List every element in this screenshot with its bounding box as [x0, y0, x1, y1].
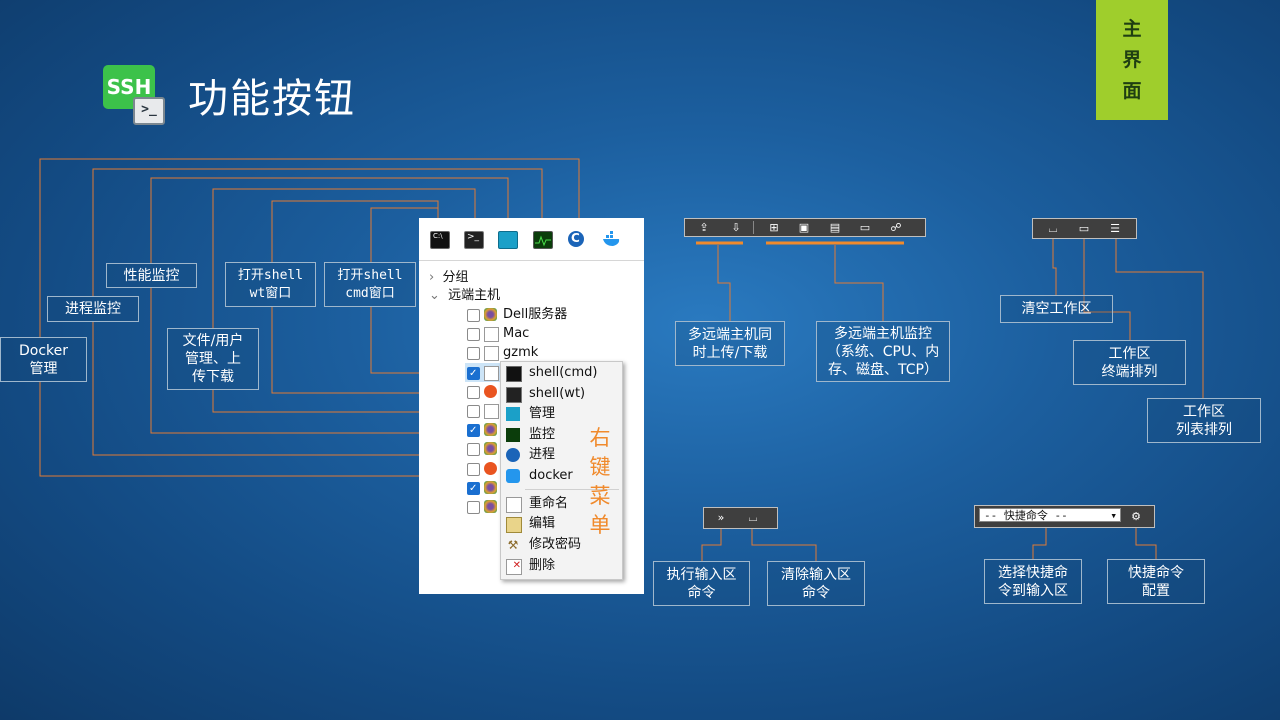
terminal-icon: >_	[133, 97, 165, 125]
host-checkbox[interactable]	[467, 347, 480, 361]
host-checkbox[interactable]	[467, 479, 480, 498]
gear-cluster-icon	[484, 423, 497, 437]
docker-icon	[506, 469, 520, 483]
ssh-logo: SSH >_	[103, 65, 165, 125]
cpu-icon[interactable]: ▣	[797, 221, 811, 234]
document-icon	[484, 327, 499, 343]
document-icon	[484, 346, 499, 362]
clear-basket-icon[interactable]: ⌴	[1046, 222, 1060, 235]
ubuntu-icon	[484, 384, 497, 398]
download-icon[interactable]: ⇩	[729, 221, 743, 234]
label-perf: 性能监控	[106, 263, 197, 288]
wt-shell-icon	[506, 387, 522, 403]
disk-icon[interactable]: ▭	[858, 221, 872, 234]
cmd-shell-icon[interactable]: C:\	[430, 231, 450, 249]
label-shell-cmd: 打开shell cmd窗口	[324, 262, 416, 307]
cmd-shell-icon	[506, 366, 522, 382]
badge-char-2: 界	[1122, 49, 1142, 71]
menu-item-manage[interactable]: 管理	[501, 404, 622, 424]
host-checkbox[interactable]	[467, 385, 480, 399]
host-checkbox[interactable]	[467, 328, 480, 342]
label-select-quick: 选择快捷命 令到输入区	[984, 559, 1082, 604]
tree-group[interactable]: › 分组	[429, 268, 468, 287]
gear-cluster-icon	[484, 500, 497, 513]
work-area-toolbar: ⌴ ▭ ☰	[1032, 218, 1137, 239]
document-icon	[484, 404, 499, 419]
network-tcp-icon[interactable]: ☍	[889, 221, 903, 234]
host-checkbox[interactable]	[467, 462, 480, 476]
label-multi-upload: 多远端主机同 时上传/下载	[675, 321, 785, 366]
host-name: gzmk	[503, 345, 539, 361]
process-icon	[506, 448, 520, 462]
host-checkbox[interactable]	[467, 421, 480, 440]
gear-cluster-icon	[484, 480, 497, 494]
perf-monitor-icon[interactable]	[533, 231, 553, 249]
host-checkbox[interactable]	[467, 405, 480, 418]
host-checkbox[interactable]	[467, 364, 480, 383]
host-checkbox[interactable]	[467, 443, 480, 457]
label-quick-config: 快捷命令 配置	[1107, 559, 1205, 604]
execute-icon[interactable]: »	[714, 511, 728, 524]
vlabel-char: 右	[589, 426, 611, 450]
host-name: Dell服务器	[503, 307, 568, 322]
ubuntu-icon	[484, 461, 497, 475]
gear-cluster-icon	[484, 308, 497, 321]
label-docker: Docker 管理	[0, 337, 87, 382]
menu-item-shell-wt[interactable]: shell(wt)	[501, 384, 622, 404]
label-shell-wt: 打开shell wt窗口	[225, 262, 316, 307]
manage-monitor-icon	[506, 407, 520, 421]
edit-icon	[506, 517, 522, 533]
host-checkbox[interactable]	[467, 501, 480, 514]
label-process: 进程监控	[47, 296, 139, 322]
system-grid-icon[interactable]: ⊞	[767, 221, 781, 234]
quick-command-toolbar: -- 快捷命令 -- ▾ ⚙	[974, 505, 1155, 528]
label-clear-work: 清空工作区	[1000, 295, 1113, 323]
label-multi-monitor: 多远端主机监控 （系统、CPU、内 存、磁盘、TCP）	[816, 321, 950, 382]
document-icon	[484, 365, 499, 381]
input-toolbar: » ⌴	[703, 507, 778, 529]
perf-monitor-icon	[506, 428, 520, 442]
tree-remote[interactable]: ⌄ 远端主机	[429, 286, 500, 305]
memory-icon[interactable]: ▤	[828, 221, 842, 234]
process-icon[interactable]: C	[568, 231, 584, 247]
vlabel-char: 键	[589, 455, 611, 479]
chevron-down-icon: ▾	[1110, 509, 1117, 522]
gear-icon[interactable]: ⚙	[1129, 510, 1143, 523]
label-exec-input: 执行输入区 命令	[653, 561, 750, 606]
right-click-menu-label: 右 键 菜 单	[588, 424, 612, 540]
hammer-icon: ⚒	[507, 538, 519, 552]
quick-command-select[interactable]: -- 快捷命令 -- ▾	[979, 508, 1121, 522]
menu-item-shell-cmd[interactable]: shell(cmd)	[501, 363, 622, 383]
host-name: Mac	[503, 326, 530, 342]
wt-shell-icon[interactable]: >_	[464, 231, 484, 249]
upload-icon[interactable]: ⇪	[697, 221, 711, 234]
host-toolbar: C:\ >_ C	[419, 218, 644, 261]
manage-monitor-icon[interactable]	[498, 231, 518, 249]
multi-host-toolbar: ⇪ ⇩ ⊞ ▣ ▤ ▭ ☍	[684, 218, 926, 237]
host-checkbox[interactable]	[467, 309, 480, 322]
clear-basket-icon[interactable]: ⌴	[746, 511, 760, 524]
list-layout-icon[interactable]: ☰	[1108, 222, 1122, 235]
vlabel-char: 菜	[589, 484, 611, 508]
gear-cluster-icon	[484, 442, 497, 456]
badge-char-3: 面	[1122, 80, 1142, 102]
docker-icon[interactable]	[602, 231, 620, 247]
document-icon	[506, 497, 522, 513]
label-work-list: 工作区 列表排列	[1147, 398, 1261, 443]
label-work-terminal: 工作区 终端排列	[1073, 340, 1186, 385]
label-file: 文件/用户 管理、上 传下载	[167, 328, 259, 390]
badge-char-1: 主	[1122, 18, 1142, 40]
page-title: 功能按钮	[188, 76, 356, 122]
vlabel-char: 单	[589, 513, 611, 537]
label-clear-input: 清除输入区 命令	[767, 561, 865, 606]
delete-icon: ✕	[506, 559, 522, 575]
terminal-layout-icon[interactable]: ▭	[1077, 222, 1091, 235]
menu-item-delete[interactable]: ✕ 删除	[501, 556, 622, 576]
main-screen-badge: 主 界 面	[1096, 0, 1168, 120]
